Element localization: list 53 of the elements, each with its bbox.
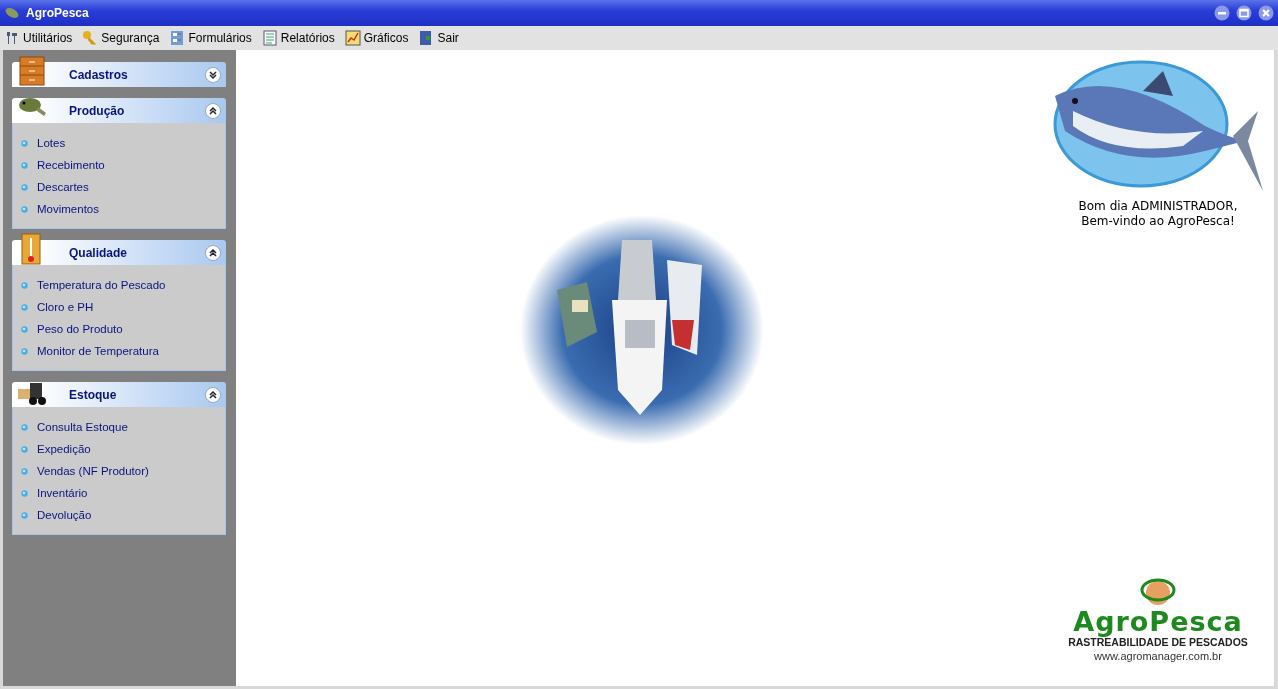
maximize-icon[interactable] [1236, 5, 1252, 21]
menu-item[interactable]: Sair [418, 30, 459, 46]
welcome-text: Bem-vindo ao AgroPesca! [1081, 214, 1235, 229]
nav-link[interactable]: Movimentos [21, 198, 225, 220]
welcome-text: Bom dia ADMINISTRADOR, [1078, 199, 1238, 214]
form-icon [169, 30, 186, 46]
bullet-icon [21, 511, 28, 519]
bullet-icon [21, 303, 28, 311]
chart-icon [344, 30, 361, 46]
bullet-icon [21, 489, 28, 497]
bullet-icon [21, 183, 28, 191]
nav-link[interactable]: Consulta Estoque [21, 416, 225, 438]
nav-link[interactable]: Cloro e PH [21, 296, 225, 318]
nav-link[interactable]: Inventário [21, 482, 225, 504]
menu-item[interactable]: Utilitários [4, 30, 73, 46]
bullet-icon [21, 161, 28, 169]
nav-link[interactable]: Recebimento [21, 154, 225, 176]
expand-icon[interactable] [205, 66, 221, 83]
nav-link[interactable]: Devolução [21, 504, 225, 526]
nav-link[interactable]: Peso do Produto [21, 318, 225, 340]
section-header[interactable]: Produção [12, 98, 226, 123]
nav-link[interactable]: Expedição [21, 438, 225, 460]
bullet-icon [21, 467, 28, 475]
bullet-icon [21, 445, 28, 453]
menu-item[interactable]: Gráficos [344, 30, 409, 46]
menu-item[interactable]: Segurança [82, 30, 160, 46]
minimize-icon[interactable] [1214, 5, 1230, 21]
close-icon[interactable] [1258, 5, 1274, 21]
cabinet-icon [16, 55, 48, 87]
bullet-icon [21, 281, 28, 289]
report-icon [261, 30, 278, 46]
bullet-icon [21, 205, 28, 213]
menu-item[interactable]: Relatórios [261, 30, 335, 46]
bullet-icon [21, 423, 28, 431]
bullet-icon [21, 347, 28, 355]
nav-link[interactable]: Lotes [21, 132, 225, 154]
nav-link[interactable]: Descartes [21, 176, 225, 198]
globe-icon [1138, 576, 1178, 608]
collapse-icon[interactable] [205, 386, 221, 403]
website-url: www.agromanager.com.br [1094, 650, 1222, 662]
brand-tagline: RASTREABILIDADE DE PESCADOS [1068, 636, 1248, 648]
section-header[interactable]: Estoque [12, 382, 226, 407]
nav-link[interactable]: Temperatura do Pescado [21, 274, 225, 296]
bullet-icon [21, 325, 28, 333]
key-icon [82, 30, 99, 46]
nav-link[interactable]: Vendas (NF Produtor) [21, 460, 225, 482]
menu-item[interactable]: Formulários [169, 30, 252, 46]
collapse-icon[interactable] [205, 102, 221, 119]
nav-link[interactable]: Monitor de Temperatura [21, 340, 225, 362]
bullet-icon [21, 139, 28, 147]
section-header[interactable]: Qualidade [12, 240, 226, 265]
window-title: AgroPesca [26, 6, 90, 20]
collapse-icon[interactable] [205, 244, 221, 261]
